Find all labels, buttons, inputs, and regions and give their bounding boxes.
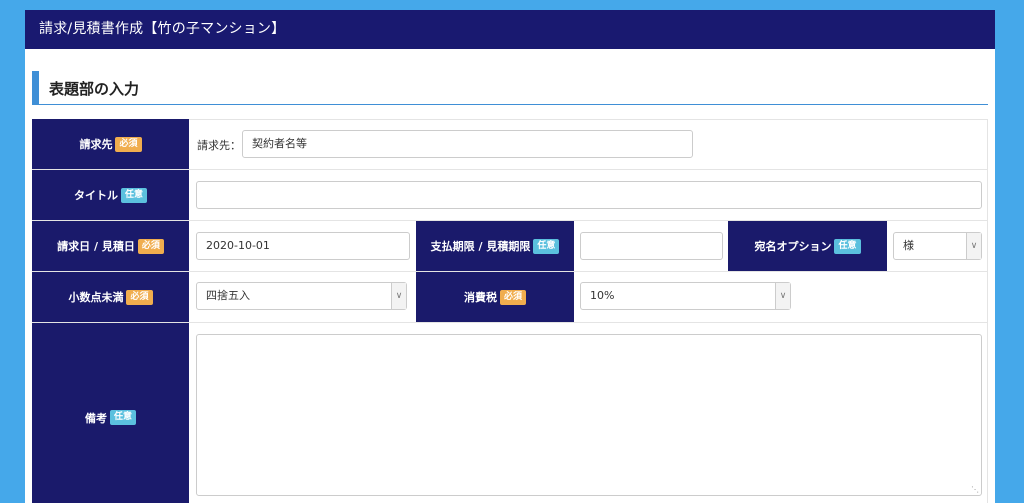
page-title: 請求/見積書作成【竹の子マンション】	[39, 21, 286, 37]
title-input[interactable]	[196, 181, 982, 209]
addressee-select[interactable]: 様 ∨	[893, 232, 982, 260]
notes-textarea[interactable]	[196, 334, 982, 496]
rounding-select[interactable]: 四捨五入 ∨	[196, 282, 407, 310]
chevron-down-icon: ∨	[775, 283, 790, 309]
chevron-down-icon: ∨	[966, 233, 981, 259]
required-badge: 必須	[126, 289, 153, 305]
form-row-billing-to: 請求先 必須 請求先： 契約者名等	[32, 119, 988, 170]
billing-to-input[interactable]: 契約者名等	[242, 130, 693, 158]
deadline-input[interactable]	[580, 232, 723, 260]
form-row-rounding-tax: 小数点未満 必須 四捨五入 ∨ 消費税 必須 10% ∨	[32, 272, 988, 323]
billing-to-prefix: 請求先：	[197, 139, 241, 152]
form-row-notes: 備考 任意 ⋱	[32, 323, 988, 503]
optional-badge: 任意	[120, 187, 147, 203]
date-input[interactable]: 2020-10-01	[196, 232, 410, 260]
section-accent-bar	[32, 71, 39, 104]
title-label: タイトル 任意	[32, 170, 189, 221]
required-badge: 必須	[115, 136, 142, 152]
optional-badge: 任意	[834, 238, 861, 254]
resize-grip-icon[interactable]: ⋱	[971, 485, 979, 494]
required-badge: 必須	[137, 238, 164, 254]
page-header: 請求/見積書作成【竹の子マンション】	[25, 10, 995, 49]
main-window: 請求/見積書作成【竹の子マンション】 表題部の入力 請求先 必須 請求先： 契約…	[25, 10, 995, 503]
billing-to-label: 請求先 必須	[32, 119, 189, 170]
deadline-label: 支払期限 / 見積期限 任意	[416, 221, 574, 272]
form-row-dates: 請求日 / 見積日 必須 2020-10-01 支払期限 / 見積期限 任意 宛…	[32, 221, 988, 272]
optional-badge: 任意	[533, 238, 560, 254]
optional-badge: 任意	[109, 410, 136, 425]
rounding-label: 小数点未満 必須	[32, 272, 189, 323]
header-form: 請求先 必須 請求先： 契約者名等 タイトル 任意 請求日 / 見積日 必須 2…	[32, 119, 988, 503]
tax-label: 消費税 必須	[416, 272, 574, 323]
date-label: 請求日 / 見積日 必須	[32, 221, 189, 272]
section-title: 表題部の入力	[49, 80, 140, 98]
chevron-down-icon: ∨	[391, 283, 406, 309]
required-badge: 必須	[499, 289, 526, 305]
addressee-label: 宛名オプション 任意	[728, 221, 887, 272]
notes-label: 備考 任意	[32, 323, 189, 503]
section-header: 表題部の入力	[32, 71, 988, 105]
form-row-title: タイトル 任意	[32, 170, 988, 221]
tax-select[interactable]: 10% ∨	[580, 282, 791, 310]
